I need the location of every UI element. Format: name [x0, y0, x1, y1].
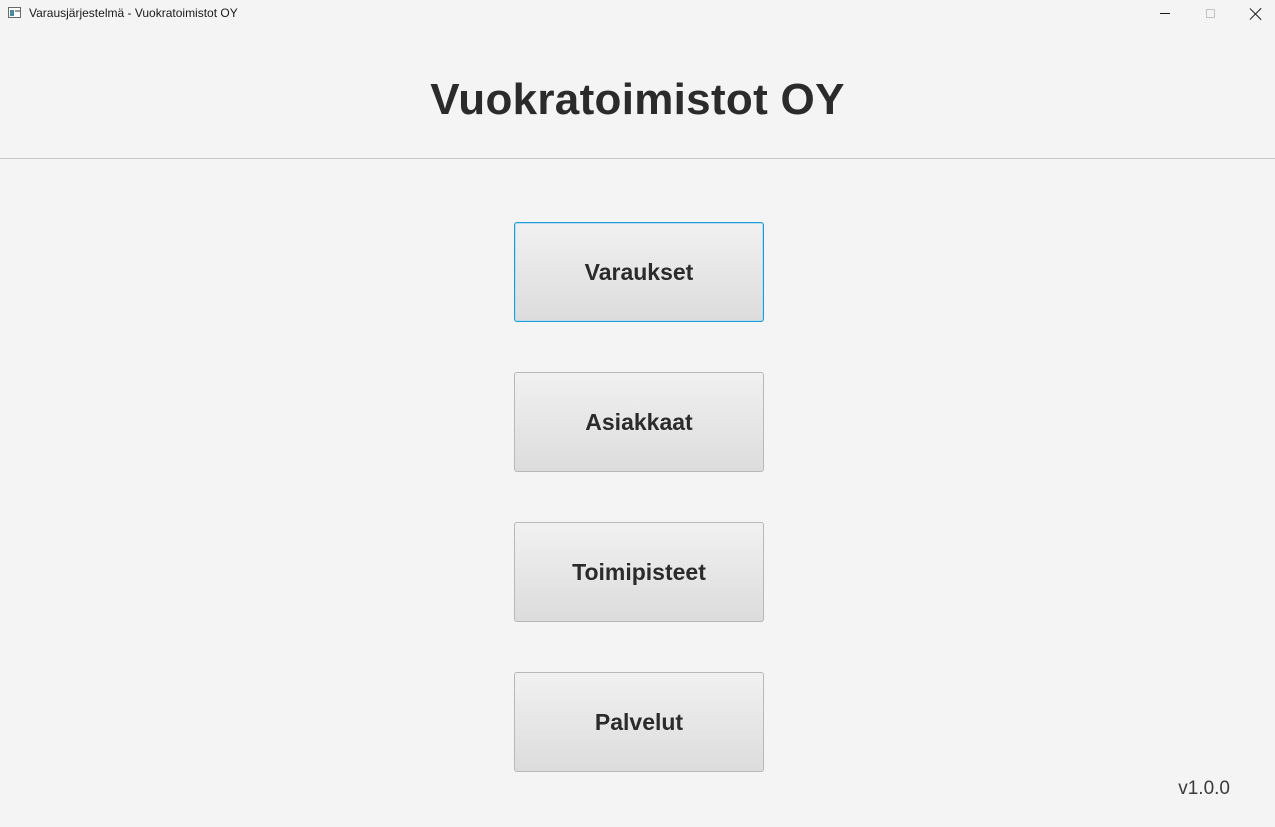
window-title: Varausjärjestelmä - Vuokratoimistot OY: [29, 6, 238, 20]
version-label: v1.0.0: [1178, 778, 1230, 799]
asiakkaat-button[interactable]: Asiakkaat: [514, 372, 764, 472]
header-divider: [0, 158, 1275, 159]
page-title: Vuokratoimistot OY: [430, 75, 845, 124]
toimipisteet-button[interactable]: Toimipisteet: [514, 522, 764, 622]
palvelut-button[interactable]: Palvelut: [514, 672, 764, 772]
maximize-icon: [1205, 9, 1215, 18]
minimize-button[interactable]: [1142, 0, 1188, 27]
maximize-button[interactable]: [1187, 0, 1233, 27]
app-header: Vuokratoimistot OY: [0, 27, 1275, 158]
varaukset-button[interactable]: Varaukset: [514, 222, 764, 322]
window-titlebar: Varausjärjestelmä - Vuokratoimistot OY: [0, 0, 1275, 27]
close-button[interactable]: [1233, 0, 1275, 27]
close-icon: [1250, 8, 1262, 20]
app-icon: [8, 7, 21, 18]
minimize-icon: [1160, 13, 1170, 14]
